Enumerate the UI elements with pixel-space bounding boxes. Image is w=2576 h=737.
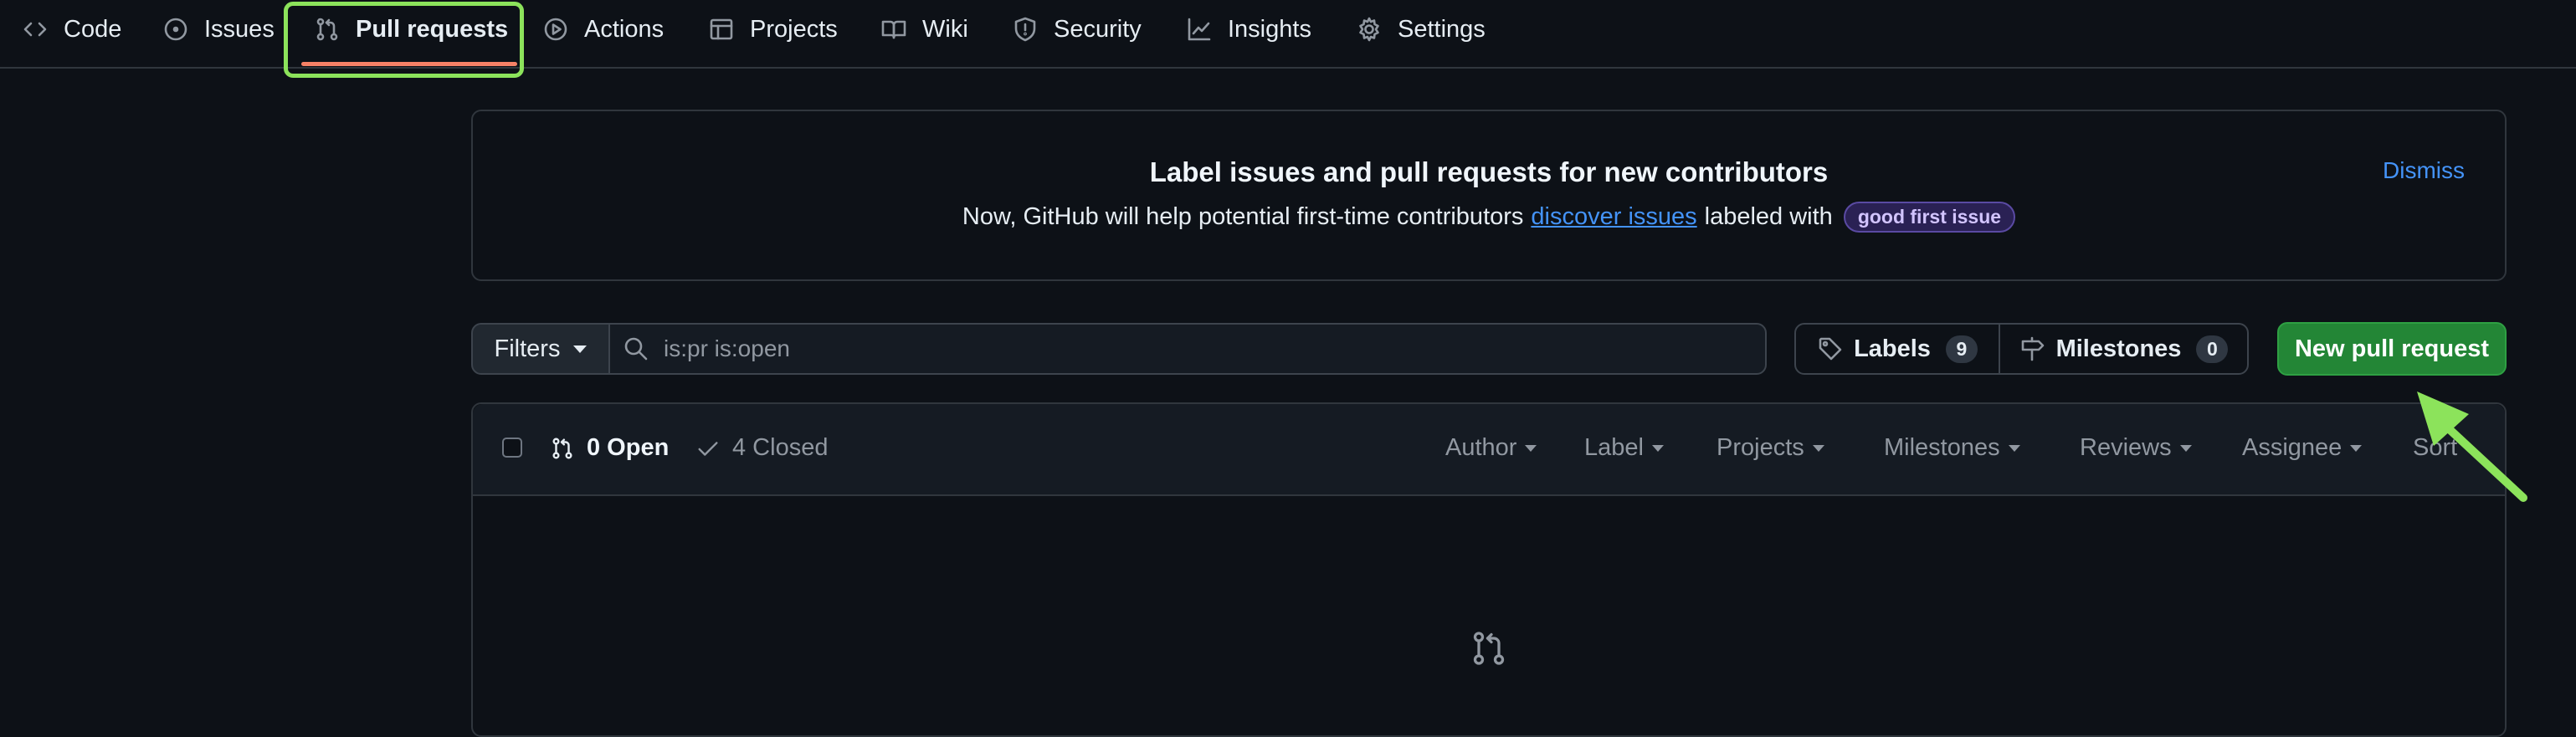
labels-button[interactable]: Labels 9 [1794, 323, 2000, 375]
select-all-checkbox[interactable] [502, 438, 522, 458]
code-icon [22, 16, 49, 43]
chevron-down-icon [573, 345, 588, 353]
projects-filter-label: Projects [1716, 434, 1804, 461]
closed-pr-label: 4 Closed [732, 434, 829, 461]
labels-count: 9 [1945, 335, 1978, 363]
chevron-down-icon [2008, 444, 2020, 452]
milestones-filter-label: Milestones [1884, 434, 2000, 461]
gear-icon [1356, 16, 1383, 43]
reviews-filter-menu[interactable]: Reviews [2080, 434, 2192, 462]
milestone-icon [2019, 335, 2046, 362]
new-pull-request-button[interactable]: New pull request [2277, 322, 2507, 376]
nav-tab-label: Issues [204, 15, 275, 43]
nav-tab-label: Security [1054, 15, 1142, 43]
nav-tab-label: Settings [1398, 15, 1486, 43]
nav-tab-settings[interactable]: Settings [1356, 3, 1486, 55]
banner-text: Now, GitHub will help potential first-ti… [473, 202, 2505, 233]
chevron-down-icon [2350, 444, 2363, 452]
nav-tab-insights[interactable]: Insights [1186, 3, 1311, 55]
milestones-button-label: Milestones [2055, 335, 2182, 362]
chevron-down-icon [1651, 444, 1664, 452]
author-filter-label: Author [1445, 434, 1517, 461]
banner-text-after: labeled with [1704, 203, 1833, 230]
pull-request-list: 0 Open 4 Closed Author Label Projects Mi… [471, 402, 2507, 737]
assignee-filter-label: Assignee [2242, 434, 2343, 461]
label-filter-menu[interactable]: Label [1584, 434, 1664, 462]
list-header: 0 Open 4 Closed Author Label Projects Mi… [473, 404, 2505, 496]
git-pull-request-icon [1469, 628, 1509, 668]
assignee-filter-menu[interactable]: Assignee [2242, 434, 2363, 462]
issue-opened-icon [162, 16, 189, 43]
nav-tab-projects[interactable]: Projects [708, 3, 838, 55]
discover-issues-link[interactable]: discover issues [1531, 203, 1696, 231]
nav-tab-label: Projects [750, 15, 838, 43]
banner-text-before: Now, GitHub will help potential first-ti… [962, 203, 1524, 230]
nav-tab-code[interactable]: Code [22, 3, 121, 55]
play-icon [542, 16, 569, 43]
author-filter-menu[interactable]: Author [1445, 434, 1537, 462]
milestones-count: 0 [2196, 335, 2229, 363]
projects-filter-menu[interactable]: Projects [1716, 434, 1824, 462]
nav-tab-label: Insights [1228, 15, 1311, 43]
search-input[interactable] [662, 335, 1670, 363]
search-icon [622, 335, 650, 363]
table-icon [708, 16, 735, 43]
good-first-issue-label: good first issue [1843, 202, 2016, 233]
check-icon [695, 436, 721, 461]
label-filter-label: Label [1584, 434, 1644, 461]
annotation-arrow [2394, 381, 2536, 514]
closed-pr-filter[interactable]: 4 Closed [695, 434, 828, 462]
milestones-filter-menu[interactable]: Milestones [1884, 434, 2020, 462]
banner-title: Label issues and pull requests for new c… [1149, 156, 1829, 187]
nav-tab-wiki[interactable]: Wiki [880, 3, 968, 55]
nav-tab-security[interactable]: Security [1012, 3, 1142, 55]
nav-tab-issues[interactable]: Issues [162, 3, 275, 55]
book-icon [880, 16, 907, 43]
dismiss-button[interactable]: Dismiss [2383, 157, 2465, 184]
new-contributors-banner: Label issues and pull requests for new c… [471, 110, 2507, 281]
graph-icon [1186, 16, 1213, 43]
chevron-down-icon [1812, 444, 1824, 452]
nav-tab-actions[interactable]: Actions [542, 3, 664, 55]
nav-tab-label: Wiki [922, 15, 968, 43]
git-pull-request-icon [550, 436, 575, 461]
chevron-down-icon [2179, 444, 2192, 452]
shield-icon [1012, 16, 1039, 43]
reviews-filter-label: Reviews [2080, 434, 2172, 461]
milestones-button[interactable]: Milestones 0 [1999, 323, 2249, 375]
filters-button-label: Filters [494, 335, 561, 362]
annotation-highlight-box [284, 2, 524, 78]
nav-tab-label: Code [64, 15, 122, 43]
nav-tab-label: Actions [584, 15, 665, 43]
open-pr-label: 0 Open [587, 434, 670, 461]
tag-icon [1817, 335, 1844, 362]
filters-button[interactable]: Filters [471, 323, 610, 375]
labels-button-label: Labels [1854, 335, 1931, 362]
chevron-down-icon [1525, 444, 1537, 452]
open-pr-filter[interactable]: 0 Open [550, 434, 669, 462]
search-box[interactable] [608, 323, 1767, 375]
